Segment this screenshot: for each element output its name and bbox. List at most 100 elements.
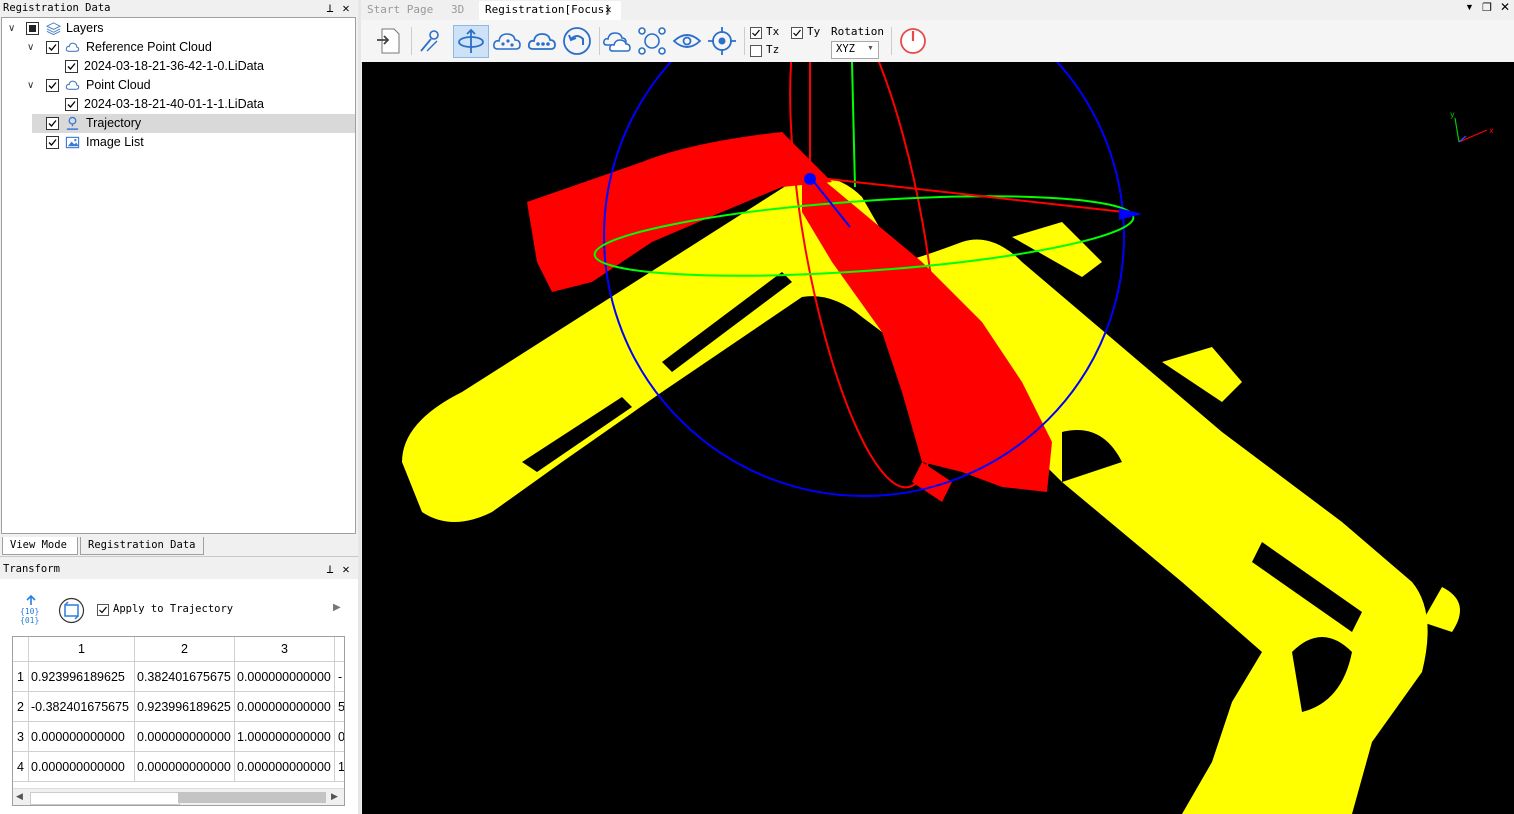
layer-tree[interactable]: ∨ Layers ∨ Reference Point Cloud 2024-03…: [1, 17, 356, 534]
reset-transform-icon[interactable]: [58, 597, 85, 624]
matrix-cell[interactable]: -: [335, 662, 344, 692]
tab-registration-focus[interactable]: Registration[Focus] ✕: [479, 1, 621, 20]
trajectory-checkbox[interactable]: [46, 117, 59, 130]
power-icon[interactable]: [897, 25, 929, 57]
tx-label: Tx: [766, 25, 780, 38]
matrix-cell[interactable]: 0.000000000000: [29, 722, 135, 752]
close-icon[interactable]: ✕: [605, 1, 612, 19]
tab-start-page[interactable]: Start Page: [361, 1, 439, 20]
restore-icon[interactable]: ❐: [1482, 1, 1492, 14]
tree-label-reference-point-cloud: Reference Point Cloud: [86, 40, 212, 54]
chevron-down-icon[interactable]: ∨: [8, 19, 15, 38]
matrix-cell[interactable]: 0.923996189625: [29, 662, 135, 692]
scroll-right-icon[interactable]: ▶: [331, 791, 338, 802]
matrix-cell[interactable]: 0.000000000000: [235, 662, 335, 692]
tree-item-image-list[interactable]: Image List: [32, 133, 355, 152]
column-header[interactable]: [335, 637, 344, 662]
eye-icon[interactable]: [671, 25, 703, 57]
tree-label-trajectory: Trajectory: [86, 116, 142, 130]
matrix-cell[interactable]: 1.000000000000: [235, 722, 335, 752]
column-header[interactable]: 1: [29, 637, 135, 662]
reference-file-checkbox[interactable]: [65, 60, 78, 73]
matrix-cell[interactable]: 0: [335, 722, 344, 752]
image-icon: [65, 136, 80, 149]
pin-icon[interactable]: ⊥: [322, 561, 338, 578]
ty-label: Ty: [807, 25, 821, 38]
tree-item-point-file[interactable]: 2024-03-18-21-40-01-1-1.LiData: [2, 95, 355, 114]
ty-checkbox[interactable]: [791, 27, 803, 39]
matrix-cell[interactable]: 0.382401675675: [135, 662, 235, 692]
dropdown-icon[interactable]: ▼: [1465, 2, 1474, 12]
tab-view-mode[interactable]: View Mode: [2, 537, 78, 555]
toolbar-separator: [744, 27, 745, 55]
rotate-tool-button[interactable]: [453, 25, 489, 58]
horizontal-scrollbar[interactable]: ◀ ▶: [13, 788, 344, 805]
point-cloud-viewport[interactable]: x y: [362, 62, 1514, 814]
matrix-cell[interactable]: 0.000000000000: [135, 752, 235, 782]
gizmo-x-handle: [1119, 208, 1142, 220]
matrix-cell[interactable]: 0.000000000000: [235, 692, 335, 722]
close-icon[interactable]: ✕: [338, 0, 354, 17]
pin-icon[interactable]: ⊥: [322, 0, 338, 17]
row-header[interactable]: 4: [13, 752, 29, 782]
cloud-icon: [65, 42, 80, 52]
chevron-down-icon: ▼: [867, 45, 874, 52]
point-pick-icon[interactable]: [415, 25, 447, 57]
image-list-checkbox[interactable]: [46, 136, 59, 149]
chevron-down-icon[interactable]: ∨: [27, 76, 34, 95]
chevron-right-icon[interactable]: ▶: [333, 602, 341, 613]
tab-3d-label: 3D: [451, 3, 465, 16]
target-icon[interactable]: [706, 25, 738, 57]
rotation-order-select[interactable]: XYZ ▼: [831, 41, 879, 59]
tree-item-layers[interactable]: ∨ Layers: [2, 19, 355, 38]
matrix-cell[interactable]: 1: [335, 752, 344, 782]
point-cloud-checkbox[interactable]: [46, 79, 59, 92]
export-icon[interactable]: [373, 25, 405, 57]
layers-checkbox[interactable]: [26, 22, 39, 35]
apply-trajectory-checkbox[interactable]: [97, 604, 109, 616]
tab-registration-data[interactable]: Registration Data: [80, 537, 204, 555]
undo-icon[interactable]: [561, 25, 593, 57]
axis-x-label: x: [1489, 126, 1494, 135]
tree-item-point-cloud[interactable]: ∨ Point Cloud: [2, 76, 355, 95]
rotate-icon: [458, 28, 484, 53]
cloud-filter-icon[interactable]: [526, 25, 558, 57]
row-header[interactable]: 1: [13, 662, 29, 692]
trajectory-icon: [66, 116, 79, 130]
matrix-cell[interactable]: 0.000000000000: [135, 722, 235, 752]
document-tabs: Start Page 3D Registration[Focus] ✕ ▼ ❐ …: [361, 0, 1514, 20]
scrollbar-thumb[interactable]: [178, 792, 326, 803]
tree-item-trajectory[interactable]: Trajectory: [32, 114, 355, 133]
matrix-cell[interactable]: 5: [335, 692, 344, 722]
registration-panel-title: Registration Data ⊥ ✕: [0, 0, 358, 17]
close-icon[interactable]: ✕: [1500, 0, 1510, 14]
tx-checkbox[interactable]: [750, 27, 762, 39]
matrix-cell[interactable]: 0.000000000000: [29, 752, 135, 782]
matrix-cell[interactable]: -0.382401675675: [29, 692, 135, 722]
transform-matrix-table[interactable]: 1 2 3 1 0.923996189625 0.382401675675 0.…: [12, 636, 345, 806]
cloud-points-icon[interactable]: [491, 25, 523, 57]
chevron-down-icon[interactable]: ∨: [27, 38, 34, 57]
tab-registration-focus-label: Registration[Focus]: [485, 3, 611, 16]
matrix-import-icon[interactable]: {10} {01}: [18, 595, 44, 625]
column-header[interactable]: 3: [235, 637, 335, 662]
tz-checkbox[interactable]: [750, 45, 762, 57]
row-header[interactable]: 2: [13, 692, 29, 722]
bounding-box-icon[interactable]: [636, 25, 668, 57]
cloud-merge-icon[interactable]: [601, 25, 633, 57]
matrix-cell[interactable]: 0.000000000000: [235, 752, 335, 782]
tree-item-reference-point-cloud[interactable]: ∨ Reference Point Cloud: [2, 38, 355, 57]
svg-text:{01}: {01}: [20, 616, 39, 625]
close-icon[interactable]: ✕: [338, 561, 354, 578]
scroll-left-icon[interactable]: ◀: [16, 791, 23, 802]
row-header[interactable]: 3: [13, 722, 29, 752]
tree-label-point-file: 2024-03-18-21-40-01-1-1.LiData: [84, 97, 264, 111]
reference-cloud-checkbox[interactable]: [46, 41, 59, 54]
point-file-checkbox[interactable]: [65, 98, 78, 111]
column-header[interactable]: 2: [135, 637, 235, 662]
matrix-cell[interactable]: 0.923996189625: [135, 692, 235, 722]
tab-3d[interactable]: 3D: [445, 1, 470, 20]
splitter[interactable]: [358, 0, 361, 814]
registration-toolbar: Tx Ty Tz Rotation XYZ ▼: [361, 20, 1514, 63]
tree-item-reference-file[interactable]: 2024-03-18-21-36-42-1-0.LiData: [2, 57, 355, 76]
